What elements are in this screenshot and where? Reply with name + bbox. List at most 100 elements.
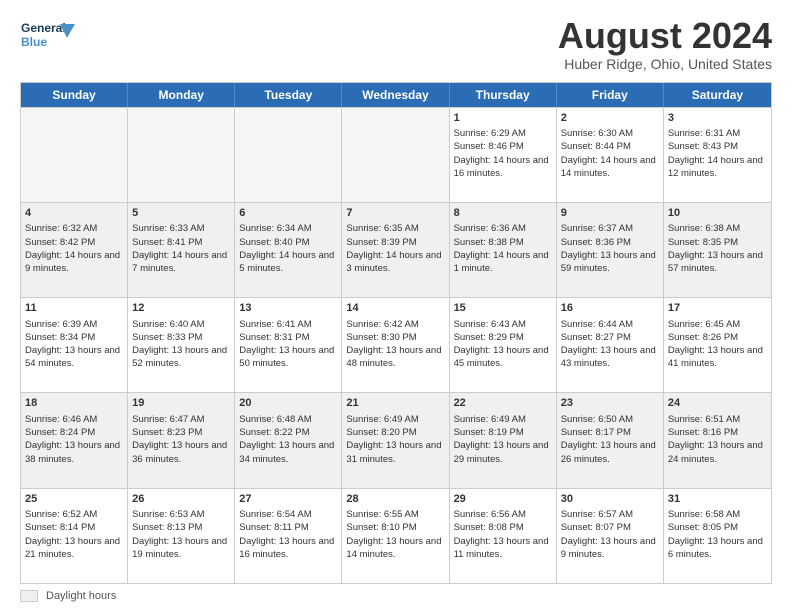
sunrise: Sunrise: 6:49 AM [454, 414, 526, 425]
title-block: August 2024 Huber Ridge, Ohio, United St… [558, 16, 772, 72]
sunset: Sunset: 8:38 PM [454, 237, 524, 248]
sunset: Sunset: 8:10 PM [346, 522, 416, 533]
day-number: 22 [454, 396, 552, 411]
sunrise: Sunrise: 6:57 AM [561, 509, 633, 520]
sunset: Sunset: 8:46 PM [454, 141, 524, 152]
calendar-header-cell: Wednesday [342, 83, 449, 107]
sunset: Sunset: 8:42 PM [25, 237, 95, 248]
calendar-body: 1 Sunrise: 6:29 AM Sunset: 8:46 PM Dayli… [21, 107, 771, 583]
daylight: Daylight: 13 hours and 21 minutes. [25, 536, 120, 560]
table-row: 9 Sunrise: 6:37 AM Sunset: 8:36 PM Dayli… [557, 203, 664, 297]
daylight: Daylight: 13 hours and 14 minutes. [346, 536, 441, 560]
sunrise: Sunrise: 6:54 AM [239, 509, 311, 520]
sunset: Sunset: 8:44 PM [561, 141, 631, 152]
day-number: 30 [561, 492, 659, 507]
day-number: 19 [132, 396, 230, 411]
calendar-header-cell: Friday [557, 83, 664, 107]
day-number: 15 [454, 301, 552, 316]
daylight: Daylight: 13 hours and 54 minutes. [25, 345, 120, 369]
sunrise: Sunrise: 6:31 AM [668, 128, 740, 139]
sunrise: Sunrise: 6:55 AM [346, 509, 418, 520]
calendar-week: 25 Sunrise: 6:52 AM Sunset: 8:14 PM Dayl… [21, 488, 771, 583]
day-number: 9 [561, 206, 659, 221]
sunrise: Sunrise: 6:48 AM [239, 414, 311, 425]
table-row: 27 Sunrise: 6:54 AM Sunset: 8:11 PM Dayl… [235, 489, 342, 583]
daylight: Daylight: 13 hours and 16 minutes. [239, 536, 334, 560]
sunrise: Sunrise: 6:47 AM [132, 414, 204, 425]
table-row: 23 Sunrise: 6:50 AM Sunset: 8:17 PM Dayl… [557, 393, 664, 487]
daylight: Daylight: 13 hours and 34 minutes. [239, 440, 334, 464]
day-number: 26 [132, 492, 230, 507]
table-row: 29 Sunrise: 6:56 AM Sunset: 8:08 PM Dayl… [450, 489, 557, 583]
day-number: 28 [346, 492, 444, 507]
sunrise: Sunrise: 6:49 AM [346, 414, 418, 425]
calendar-header-cell: Saturday [664, 83, 771, 107]
calendar-header-cell: Thursday [450, 83, 557, 107]
day-number: 16 [561, 301, 659, 316]
sunset: Sunset: 8:34 PM [25, 332, 95, 343]
table-row: 26 Sunrise: 6:53 AM Sunset: 8:13 PM Dayl… [128, 489, 235, 583]
daylight: Daylight: 13 hours and 45 minutes. [454, 345, 549, 369]
daylight: Daylight: 13 hours and 43 minutes. [561, 345, 656, 369]
table-row: 4 Sunrise: 6:32 AM Sunset: 8:42 PM Dayli… [21, 203, 128, 297]
day-number: 25 [25, 492, 123, 507]
main-title: August 2024 [558, 16, 772, 56]
sunset: Sunset: 8:35 PM [668, 237, 738, 248]
sunset: Sunset: 8:13 PM [132, 522, 202, 533]
daylight: Daylight: 14 hours and 5 minutes. [239, 250, 334, 274]
table-row: 24 Sunrise: 6:51 AM Sunset: 8:16 PM Dayl… [664, 393, 771, 487]
day-number: 8 [454, 206, 552, 221]
daylight: Daylight: 13 hours and 38 minutes. [25, 440, 120, 464]
table-row: 3 Sunrise: 6:31 AM Sunset: 8:43 PM Dayli… [664, 108, 771, 202]
sunset: Sunset: 8:31 PM [239, 332, 309, 343]
table-row: 8 Sunrise: 6:36 AM Sunset: 8:38 PM Dayli… [450, 203, 557, 297]
sunset: Sunset: 8:20 PM [346, 427, 416, 438]
day-number: 24 [668, 396, 767, 411]
sunrise: Sunrise: 6:43 AM [454, 319, 526, 330]
sunrise: Sunrise: 6:51 AM [668, 414, 740, 425]
logo-svg: General Blue [20, 16, 80, 56]
sunset: Sunset: 8:26 PM [668, 332, 738, 343]
sunrise: Sunrise: 6:42 AM [346, 319, 418, 330]
day-number: 3 [668, 111, 767, 126]
daylight: Daylight: 13 hours and 57 minutes. [668, 250, 763, 274]
day-number: 12 [132, 301, 230, 316]
sunrise: Sunrise: 6:40 AM [132, 319, 204, 330]
table-row: 21 Sunrise: 6:49 AM Sunset: 8:20 PM Dayl… [342, 393, 449, 487]
daylight: Daylight: 13 hours and 6 minutes. [668, 536, 763, 560]
sunset: Sunset: 8:43 PM [668, 141, 738, 152]
sunset: Sunset: 8:27 PM [561, 332, 631, 343]
sunset: Sunset: 8:08 PM [454, 522, 524, 533]
sunrise: Sunrise: 6:37 AM [561, 223, 633, 234]
table-row [128, 108, 235, 202]
daylight: Daylight: 14 hours and 3 minutes. [346, 250, 441, 274]
daylight: Daylight: 13 hours and 41 minutes. [668, 345, 763, 369]
calendar-header-cell: Monday [128, 83, 235, 107]
table-row: 28 Sunrise: 6:55 AM Sunset: 8:10 PM Dayl… [342, 489, 449, 583]
day-number: 4 [25, 206, 123, 221]
sunrise: Sunrise: 6:46 AM [25, 414, 97, 425]
calendar-header-cell: Tuesday [235, 83, 342, 107]
svg-text:General: General [21, 21, 66, 35]
day-number: 31 [668, 492, 767, 507]
table-row: 17 Sunrise: 6:45 AM Sunset: 8:26 PM Dayl… [664, 298, 771, 392]
daylight: Daylight: 14 hours and 12 minutes. [668, 155, 763, 179]
calendar-week: 4 Sunrise: 6:32 AM Sunset: 8:42 PM Dayli… [21, 202, 771, 297]
sunset: Sunset: 8:36 PM [561, 237, 631, 248]
table-row: 1 Sunrise: 6:29 AM Sunset: 8:46 PM Dayli… [450, 108, 557, 202]
footer: Daylight hours [20, 590, 772, 602]
day-number: 17 [668, 301, 767, 316]
table-row: 20 Sunrise: 6:48 AM Sunset: 8:22 PM Dayl… [235, 393, 342, 487]
sunset: Sunset: 8:19 PM [454, 427, 524, 438]
table-row: 6 Sunrise: 6:34 AM Sunset: 8:40 PM Dayli… [235, 203, 342, 297]
sunset: Sunset: 8:14 PM [25, 522, 95, 533]
sunset: Sunset: 8:11 PM [239, 522, 309, 533]
table-row: 31 Sunrise: 6:58 AM Sunset: 8:05 PM Dayl… [664, 489, 771, 583]
table-row: 19 Sunrise: 6:47 AM Sunset: 8:23 PM Dayl… [128, 393, 235, 487]
sunset: Sunset: 8:17 PM [561, 427, 631, 438]
sunset: Sunset: 8:23 PM [132, 427, 202, 438]
day-number: 1 [454, 111, 552, 126]
day-number: 14 [346, 301, 444, 316]
sunset: Sunset: 8:07 PM [561, 522, 631, 533]
daylight: Daylight: 13 hours and 31 minutes. [346, 440, 441, 464]
